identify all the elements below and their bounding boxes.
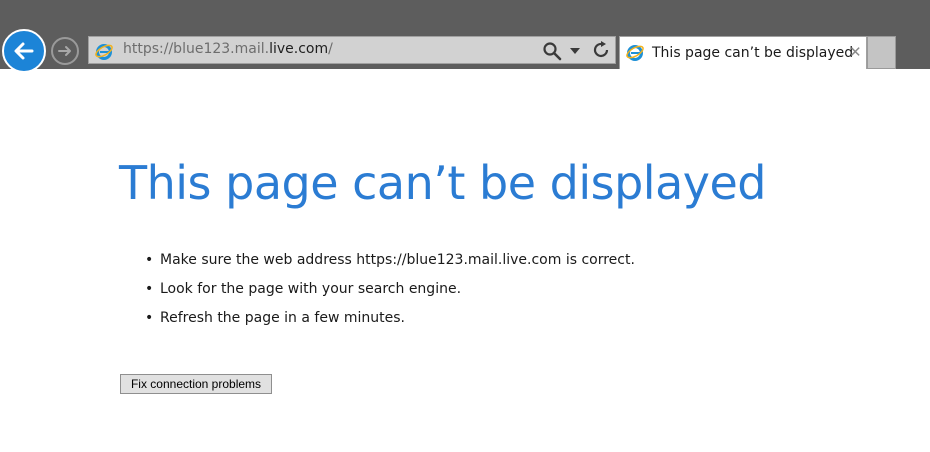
forward-button[interactable] (51, 37, 79, 65)
ie-logo-icon (95, 44, 113, 60)
url-prefix: https://blue123.mail. (123, 41, 270, 57)
chevron-down-icon[interactable] (570, 48, 580, 54)
back-arrow-icon (14, 42, 34, 60)
page-title: This page can’t be displayed (119, 156, 767, 210)
refresh-icon[interactable] (591, 40, 611, 60)
search-icon[interactable] (542, 41, 562, 61)
url-suffix: / (328, 41, 333, 57)
new-tab-button[interactable] (867, 36, 896, 69)
tab-title: This page can’t be displayed (652, 45, 854, 61)
url-domain: live.com (269, 41, 329, 57)
fix-connection-button[interactable]: Fix connection problems (120, 374, 272, 394)
url-text[interactable]: https://blue123.mail.live.com/ (123, 41, 333, 57)
list-item: Make sure the web address https://blue12… (142, 252, 635, 281)
browser-tab[interactable]: This page can’t be displayed ✕ (619, 36, 867, 69)
close-icon[interactable]: ✕ (849, 44, 862, 60)
list-item: Refresh the page in a few minutes. (142, 310, 635, 339)
back-button[interactable] (2, 29, 46, 73)
list-item: Look for the page with your search engin… (142, 281, 635, 310)
address-bar[interactable]: https://blue123.mail.live.com/ (88, 36, 616, 64)
forward-arrow-icon (58, 46, 71, 56)
tips-list: Make sure the web address https://blue12… (142, 252, 635, 339)
ie-logo-icon (626, 45, 644, 61)
